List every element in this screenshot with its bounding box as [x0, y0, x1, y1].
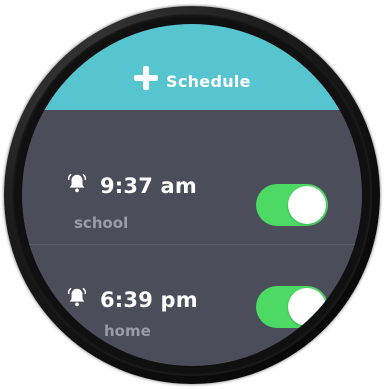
- plus-icon: [134, 66, 158, 90]
- add-schedule-button[interactable]: Schedule: [134, 62, 251, 94]
- watch-face: Schedule 9:37 am school 6:39 pm home: [0, 0, 384, 389]
- alarm-toggle[interactable]: [256, 286, 328, 328]
- alarm-row[interactable]: 6:39 pm home: [22, 246, 362, 364]
- alarm-label: school: [74, 214, 129, 232]
- toggle-knob: [288, 186, 326, 224]
- add-schedule-label: Schedule: [166, 71, 251, 91]
- alarm-time: 9:37 am: [100, 174, 197, 198]
- alarm-time: 6:39 pm: [100, 288, 198, 312]
- alarm-label: home: [104, 322, 151, 340]
- schedule-header: Schedule: [22, 24, 362, 110]
- row-divider: [22, 244, 362, 245]
- bell-icon: [67, 288, 87, 307]
- watch-screen: Schedule 9:37 am school 6:39 pm home: [22, 24, 362, 366]
- alarm-toggle[interactable]: [256, 184, 328, 226]
- bell-icon: [67, 174, 87, 193]
- alarm-row[interactable]: 9:37 am school: [22, 112, 362, 232]
- toggle-knob: [288, 288, 326, 326]
